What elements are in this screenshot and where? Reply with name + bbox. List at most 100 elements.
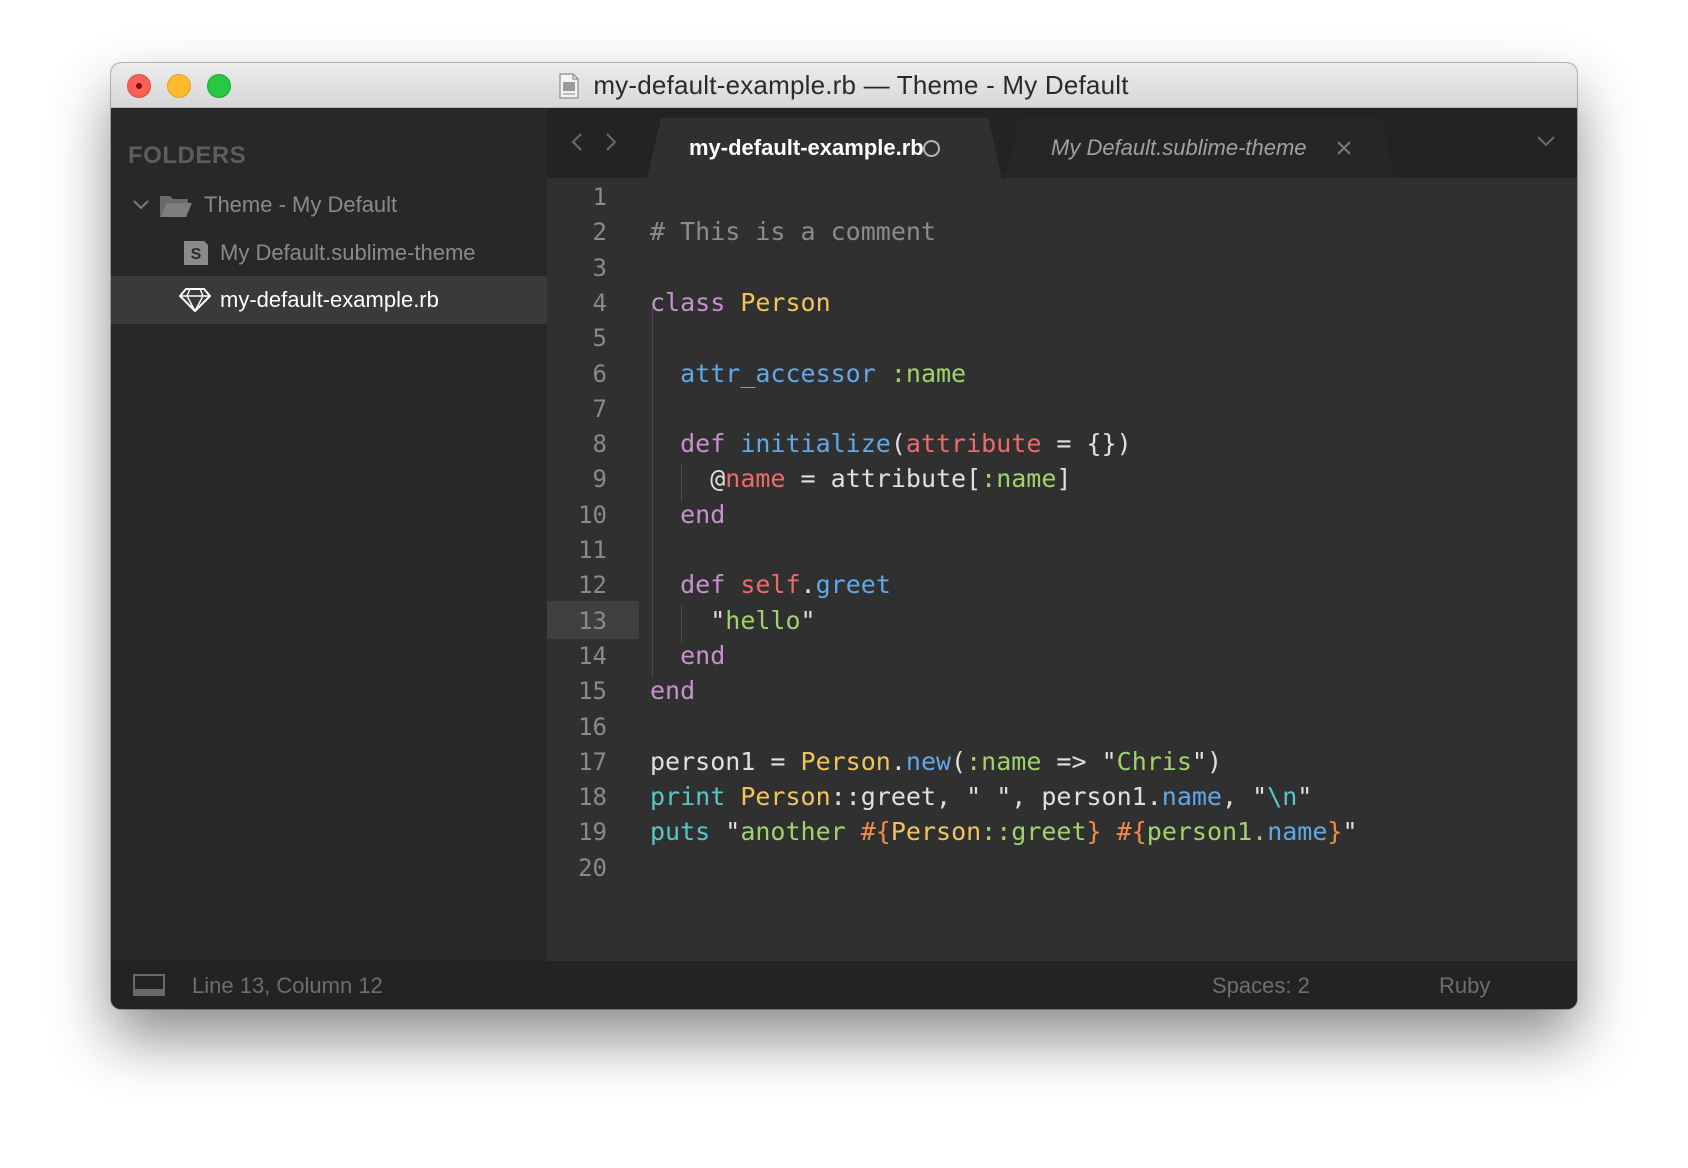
code-token: puts <box>650 817 726 847</box>
code-token: , " <box>1221 782 1268 812</box>
ruby-gem-icon <box>179 288 211 312</box>
chevron-left-icon[interactable] <box>569 132 585 152</box>
sidebar-folder-theme[interactable]: Theme - My Default <box>111 181 547 229</box>
syntax-selector[interactable]: Ruby <box>1439 973 1490 999</box>
tab-my-default-theme[interactable]: My Default.sublime-theme <box>1005 118 1395 178</box>
line-number: 5 <box>592 324 607 353</box>
close-icon[interactable] <box>1335 139 1353 157</box>
code-token: => " <box>1041 746 1117 776</box>
code-token: def <box>680 429 741 459</box>
sidebar-item-sublime-theme[interactable]: S My Default.sublime-theme <box>111 229 547 277</box>
sidebar-item-ruby-file[interactable]: my-default-example.rb <box>111 276 547 324</box>
chevron-right-icon[interactable] <box>603 132 619 152</box>
line-number: 14 <box>578 641 607 670</box>
code-token: = attribute[ <box>785 464 982 494</box>
code-token: initialize <box>740 429 891 459</box>
code-editor[interactable]: 1 2 3 4 5 6 7 8 9 10 11 12 13 14 15 16 17 18 19 20 # This i… <box>547 178 1577 961</box>
code-line[interactable]: # This is a comment <box>650 213 936 251</box>
sidebar-folder-label: Theme - My Default <box>204 192 398 217</box>
code-token: # This is a comment <box>650 217 936 247</box>
indentation-setting[interactable]: Spaces: 2 <box>1212 973 1310 999</box>
code-line[interactable]: puts "another #{Person::greet} #{person1… <box>650 813 1358 851</box>
line-number: 15 <box>578 677 607 706</box>
svg-text:S: S <box>191 246 202 263</box>
code-token: name <box>1267 817 1328 847</box>
code-token: greet <box>815 570 891 600</box>
code-token: end <box>680 499 726 529</box>
code-token: ") <box>1191 746 1223 776</box>
sidebar: FOLDERS Theme - My Default S My Default.… <box>111 108 547 961</box>
line-number: 7 <box>592 394 607 423</box>
tab-label: my-default-example.rb <box>689 135 924 160</box>
sublime-s-icon: S <box>184 241 208 265</box>
code-token: class <box>650 287 741 317</box>
line-number: 11 <box>578 536 607 564</box>
code-token: } <box>1327 817 1343 847</box>
unsaved-dot-icon[interactable] <box>923 140 940 157</box>
panel-toggle-icon[interactable] <box>133 974 165 996</box>
code-line[interactable]: def self.greet <box>650 566 891 604</box>
code-line[interactable]: end <box>650 672 695 710</box>
code-token: Person <box>740 287 831 317</box>
code-line[interactable]: "hello" <box>650 602 816 640</box>
folders-heading: FOLDERS <box>128 142 247 169</box>
code-token: new <box>905 746 952 776</box>
code-token: ::greet <box>981 817 1087 847</box>
code-token: #{ <box>860 817 891 847</box>
code-token: :name <box>981 464 1057 494</box>
code-area[interactable]: # This is a comment class Person attr_acc… <box>650 178 1577 961</box>
line-number: 1 <box>592 183 607 211</box>
window-title: my-default-example.rb — Theme - My Defau… <box>593 70 1129 100</box>
code-line[interactable]: attr_accessor :name <box>650 355 966 393</box>
code-token: end <box>650 676 696 706</box>
title-bar[interactable]: my-default-example.rb — Theme - My Defau… <box>111 63 1577 108</box>
code-token: \n <box>1267 782 1298 812</box>
ruby-document-icon <box>559 72 579 99</box>
code-token: " <box>650 605 726 635</box>
code-line[interactable]: def initialize(attribute = {}) <box>650 425 1132 463</box>
code-token: def <box>680 570 741 600</box>
line-number: 17 <box>578 747 607 776</box>
line-number: 3 <box>592 253 607 282</box>
code-token: Person <box>890 817 982 847</box>
code-token: Chris <box>1116 746 1192 776</box>
code-token: #{ <box>1116 817 1147 847</box>
line-number: 6 <box>592 359 607 388</box>
line-number: 12 <box>578 571 607 600</box>
code-line[interactable]: person1 = Person.new(:name => "Chris") <box>650 743 1222 781</box>
code-token: another <box>740 817 861 847</box>
line-number: 13 <box>578 606 607 635</box>
line-number-gutter: 1 2 3 4 5 6 7 8 9 10 11 12 13 14 15 16 17 18 19 20 <box>547 178 639 961</box>
code-token: . <box>800 570 816 600</box>
line-number: 16 <box>578 712 607 741</box>
chevron-down-icon[interactable] <box>131 195 151 215</box>
code-token: ( <box>890 429 906 459</box>
line-number: 10 <box>578 500 607 529</box>
code-line[interactable]: @name = attribute[:name] <box>650 460 1071 498</box>
line-number: 20 <box>578 853 607 882</box>
code-token: " <box>800 605 816 635</box>
code-token: self <box>740 570 801 600</box>
code-token: attr_accessor <box>680 358 876 388</box>
line-number: 18 <box>578 783 607 812</box>
code-token: print <box>650 782 741 812</box>
line-number: 2 <box>592 218 607 247</box>
code-token: :name <box>966 746 1042 776</box>
editor-window: my-default-example.rb — Theme - My Defau… <box>111 63 1577 1009</box>
tab-my-default-example[interactable]: my-default-example.rb <box>647 118 1002 178</box>
cursor-position[interactable]: Line 13, Column 12 <box>192 973 383 999</box>
code-line[interactable]: class Person <box>650 284 831 322</box>
chevron-down-icon[interactable] <box>1535 132 1557 150</box>
code-token: @ <box>650 464 726 494</box>
code-token: Person <box>740 782 831 812</box>
code-token: person1. <box>1146 817 1268 847</box>
code-line[interactable]: end <box>650 637 725 675</box>
code-token: person1 = <box>650 746 801 776</box>
code-line[interactable]: print Person::greet, " ", person1.name, … <box>650 778 1312 816</box>
code-token: " <box>725 817 741 847</box>
code-line[interactable]: end <box>650 496 725 534</box>
